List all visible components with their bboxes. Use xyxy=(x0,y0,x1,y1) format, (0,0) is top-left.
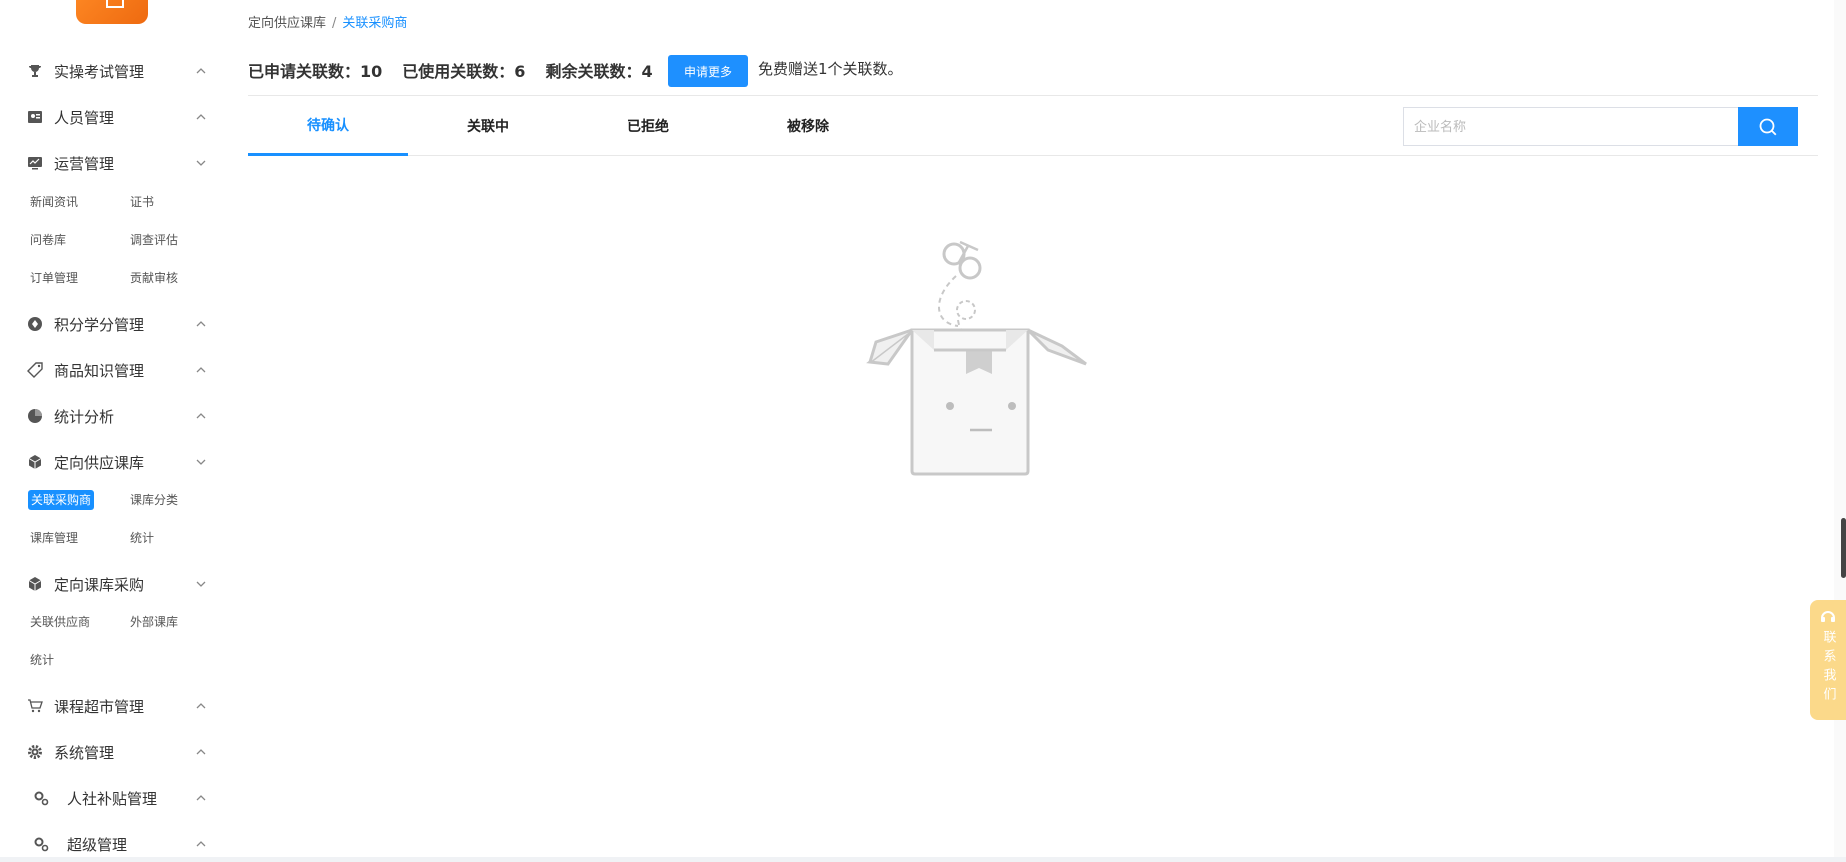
chevron-up-icon xyxy=(196,841,206,847)
chevron-up-icon xyxy=(196,68,206,74)
menu-label: 系统管理 xyxy=(54,743,115,762)
chevron-up-icon xyxy=(196,413,206,419)
menu-label: 定向课库采购 xyxy=(54,575,145,594)
link-stats: 已申请关联数：10 已使用关联数：6 剩余关联数：4 xyxy=(248,56,673,84)
menu-label: 定向供应课库 xyxy=(54,453,145,472)
breadcrumb-parent[interactable]: 定向供应课库 xyxy=(248,16,326,31)
gears-icon xyxy=(33,836,49,852)
menu-group-personnel[interactable]: 人员管理 xyxy=(0,99,228,135)
menu-label: 实操考试管理 xyxy=(54,62,145,81)
menu-group-statistics[interactable]: 统计分析 xyxy=(0,398,228,434)
remaining-count: 剩余关联数：4 xyxy=(545,62,653,81)
headset-icon xyxy=(1821,611,1835,622)
menu-group-social-subsidy[interactable]: 人社补贴管理 xyxy=(0,780,228,816)
menu-label: 运营管理 xyxy=(54,154,115,173)
menu-label: 人员管理 xyxy=(54,108,115,127)
tab-pending[interactable]: 待确认 xyxy=(248,96,408,156)
search-icon xyxy=(1759,118,1777,135)
company-name-input[interactable] xyxy=(1403,107,1739,146)
sidebar-item-supply-stats[interactable]: 统计 xyxy=(130,528,154,548)
menu-group-operations[interactable]: 运营管理 xyxy=(0,145,228,181)
chevron-down-icon xyxy=(196,459,206,465)
contact-us-button[interactable]: 联系我们 xyxy=(1810,600,1846,720)
tab-rejected[interactable]: 已拒绝 xyxy=(568,96,728,156)
tab-linked[interactable]: 关联中 xyxy=(408,96,568,156)
chevron-up-icon xyxy=(196,703,206,709)
menu-label: 人社补贴管理 xyxy=(67,789,158,808)
menu-label: 课程超市管理 xyxy=(54,697,145,716)
menu-group-system[interactable]: 系统管理 xyxy=(0,734,228,770)
scrollbar-thumb[interactable] xyxy=(1841,518,1846,578)
sidebar-item-certificate[interactable]: 证书 xyxy=(130,192,154,212)
sidebar-item-orders[interactable]: 订单管理 xyxy=(30,268,78,288)
menu-label: 积分学分管理 xyxy=(54,315,145,334)
tag-icon xyxy=(27,362,43,378)
pie-chart-icon xyxy=(27,408,43,424)
chevron-up-icon xyxy=(196,321,206,327)
chevron-up-icon xyxy=(196,795,206,801)
cube-icon xyxy=(27,576,43,592)
points-icon xyxy=(27,316,43,332)
search-button[interactable] xyxy=(1738,107,1798,146)
sidebar-item-news[interactable]: 新闻资讯 xyxy=(30,192,78,212)
user-card-icon xyxy=(27,109,43,125)
sidebar-item-external-library[interactable]: 外部课库 xyxy=(130,612,178,632)
breadcrumb: 定向供应课库 / 关联采购商 xyxy=(248,12,407,31)
search-bar xyxy=(1403,107,1798,146)
free-note: 免费赠送1个关联数。 xyxy=(758,60,903,78)
main-content: 定向供应课库 / 关联采购商 已申请关联数：10 已使用关联数：6 剩余关联数：4 … xyxy=(228,0,1846,857)
gears-icon xyxy=(33,790,49,806)
apply-more-button[interactable]: 申请更多 xyxy=(668,55,748,87)
trophy-icon xyxy=(27,63,43,79)
breadcrumb-separator: / xyxy=(332,16,337,31)
breadcrumb-current: 关联采购商 xyxy=(342,16,408,31)
scrollbar-track[interactable] xyxy=(1834,0,1846,857)
menu-group-goods[interactable]: 商品知识管理 xyxy=(0,352,228,388)
menu-group-library-purchase[interactable]: 定向课库采购 xyxy=(0,566,228,602)
tab-removed[interactable]: 被移除 xyxy=(728,96,888,156)
cart-icon xyxy=(27,698,43,714)
logo[interactable] xyxy=(76,0,148,24)
used-count: 已使用关联数：6 xyxy=(402,62,526,81)
empty-box-illustration xyxy=(866,240,1087,476)
sidebar-item-library-manage[interactable]: 课库管理 xyxy=(30,528,78,548)
menu-group-course-market[interactable]: 课程超市管理 xyxy=(0,688,228,724)
chevron-up-icon xyxy=(196,114,206,120)
sidebar: 实操考试管理 人员管理 运营管理 新闻资讯 证书 问卷库 调查评估 订单管理 贡… xyxy=(0,0,228,857)
menu-label: 统计分析 xyxy=(54,407,115,426)
contact-label: 联系我们 xyxy=(1820,630,1836,706)
cube-icon xyxy=(27,454,43,470)
menu-label: 商品知识管理 xyxy=(54,361,145,380)
sidebar-item-survey[interactable]: 调查评估 xyxy=(130,230,178,250)
gear-icon xyxy=(27,744,43,760)
chevron-down-icon xyxy=(196,581,206,587)
sidebar-item-questionnaire[interactable]: 问卷库 xyxy=(30,230,66,250)
sidebar-item-linked-suppliers[interactable]: 关联供应商 xyxy=(30,612,90,632)
menu-group-points[interactable]: 积分学分管理 xyxy=(0,306,228,342)
chevron-down-icon xyxy=(196,160,206,166)
menu-group-practical-exam[interactable]: 实操考试管理 xyxy=(0,53,228,89)
sidebar-item-linked-buyers[interactable]: 关联采购商 xyxy=(28,490,95,510)
applied-count: 已申请关联数：10 xyxy=(248,62,383,81)
sidebar-item-library-category[interactable]: 课库分类 xyxy=(130,490,178,510)
chevron-up-icon xyxy=(196,367,206,373)
sidebar-item-contribution[interactable]: 贡献审核 xyxy=(130,268,178,288)
chevron-up-icon xyxy=(196,749,206,755)
menu-group-supply-library[interactable]: 定向供应课库 xyxy=(0,444,228,480)
menu-label: 超级管理 xyxy=(67,835,128,854)
monitor-icon xyxy=(27,155,43,171)
sidebar-item-purchase-stats[interactable]: 统计 xyxy=(30,650,54,670)
